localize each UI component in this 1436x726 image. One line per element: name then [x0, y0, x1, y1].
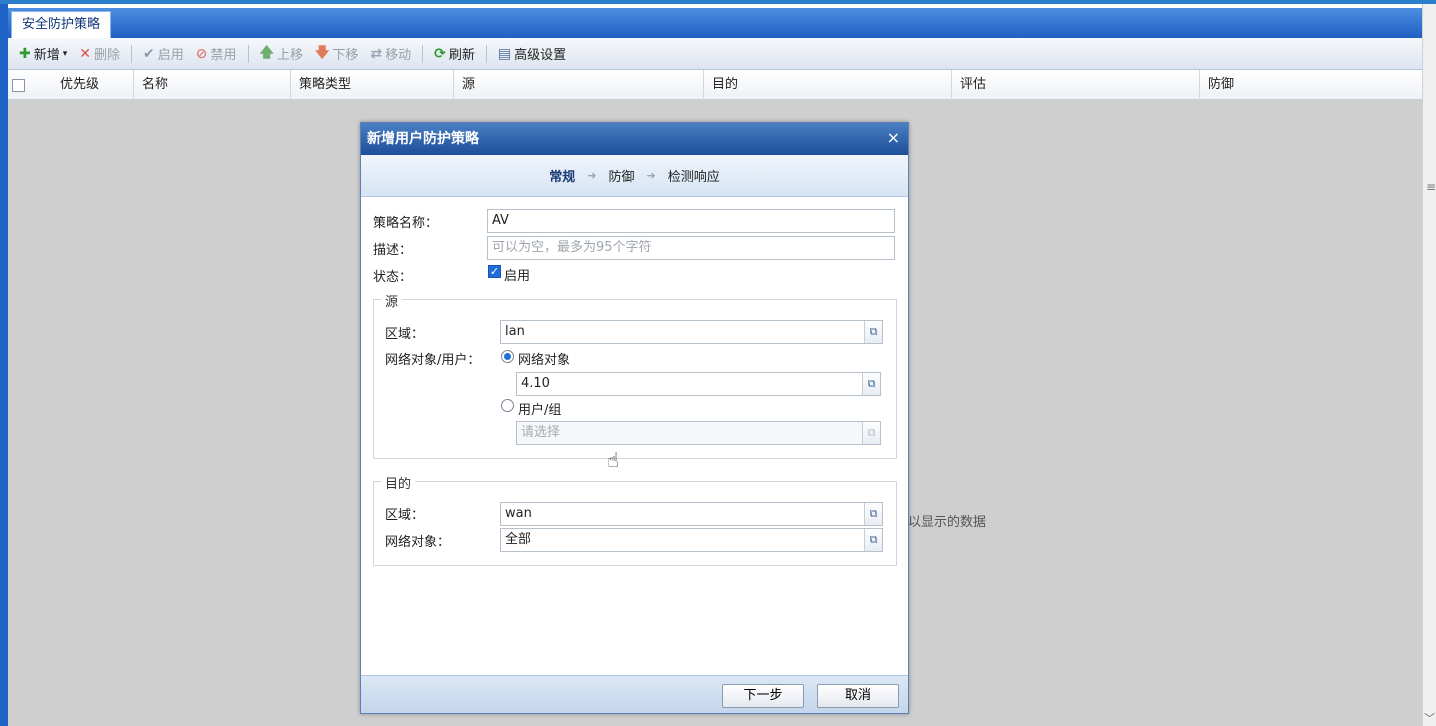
plus-icon: ✚ — [19, 45, 31, 62]
destination-zone-label: 区域： — [385, 508, 425, 523]
column-header-name[interactable]: 名称 — [134, 70, 291, 100]
enable-label: 启用 — [157, 48, 184, 63]
user-group-input[interactable]: 请选择 ⧉ — [516, 421, 881, 445]
next-button[interactable]: 下一步 — [722, 684, 804, 708]
refresh-icon: ⟳ — [434, 45, 446, 62]
policy-name-label: 策略名称： — [373, 216, 439, 231]
close-icon[interactable]: × — [887, 123, 900, 153]
add-label: 新增 — [33, 48, 60, 63]
disable-button[interactable]: ⊘ 禁用 — [191, 42, 242, 66]
select-all-checkbox[interactable] — [12, 79, 25, 92]
network-object-radio[interactable] — [501, 350, 514, 363]
status-label: 状态： — [373, 270, 413, 285]
left-edge-bar — [0, 4, 8, 726]
refresh-button[interactable]: ⟳ 刷新 — [429, 42, 480, 66]
network-object-input[interactable]: 4.10 ⧉ — [516, 372, 881, 396]
delete-label: 删除 — [94, 48, 121, 63]
network-object-value: 4.10 — [521, 376, 550, 391]
network-object-radio-label: 网络对象 — [518, 353, 571, 368]
tab-strip: 安全防护策略 — [8, 8, 1422, 38]
source-object-label: 网络对象/用户： — [385, 353, 481, 368]
step-general: 常规 — [549, 170, 576, 185]
ban-icon: ⊘ — [195, 45, 208, 62]
move-up-button[interactable]: 🡅 上移 — [255, 42, 308, 66]
new-policy-dialog: 新增用户防护策略 × 常规 ➜ 防御 ➜ 检测响应 策略名称： AV 描述： 可… — [360, 122, 909, 714]
disable-label: 禁用 — [210, 48, 237, 63]
description-input[interactable]: 可以为空，最多为95个字符 — [487, 236, 895, 260]
move-icon: ⇄ — [370, 45, 383, 62]
source-zone-value: lan — [505, 324, 525, 339]
move-down-button[interactable]: 🡇 下移 — [310, 42, 363, 66]
step-detect-response: 检测响应 — [667, 170, 720, 185]
select-picker-icon[interactable]: ⧉ — [862, 373, 880, 395]
destination-object-input[interactable]: 全部 ⧉ — [500, 528, 883, 552]
toolbar-separator — [131, 44, 133, 63]
destination-object-label: 网络对象： — [385, 535, 451, 550]
document-settings-icon: ▤ — [497, 45, 512, 62]
move-button[interactable]: ⇄ 移动 — [365, 42, 416, 66]
column-header-evaluation[interactable]: 评估 — [952, 70, 1200, 100]
move-up-label: 上移 — [276, 48, 303, 63]
select-picker-icon[interactable]: ⧉ — [864, 503, 882, 525]
toolbar-separator — [485, 44, 487, 63]
grid-header: 优先级 名称 策略类型 源 目的 评估 防御 — [8, 70, 1422, 100]
hand-pointer-icon: ☝ — [607, 448, 620, 472]
delete-x-icon: ✕ — [79, 45, 92, 62]
empty-grid-message: 以显示的数据 — [908, 515, 987, 530]
dialog-title: 新增用户防护策略 — [361, 123, 908, 155]
step-defense: 防御 — [608, 170, 635, 185]
page-scrollbar[interactable] — [1422, 4, 1436, 726]
advanced-label: 高级设置 — [514, 48, 567, 63]
scroll-down-icon[interactable]: ﹀ — [1424, 710, 1435, 726]
scroll-grip-icon[interactable]: ≡ — [1426, 180, 1436, 194]
destination-zone-value: wan — [505, 506, 532, 521]
column-header-destination[interactable]: 目的 — [704, 70, 952, 100]
destination-object-value: 全部 — [505, 532, 532, 547]
column-header-priority[interactable]: 优先级 — [30, 70, 134, 100]
enable-button[interactable]: ✔ 启用 — [138, 42, 189, 66]
refresh-label: 刷新 — [448, 48, 475, 63]
delete-button[interactable]: ✕ 删除 — [74, 42, 125, 66]
arrow-right-icon: ➜ — [646, 169, 656, 182]
user-group-placeholder: 请选择 — [521, 425, 561, 440]
arrow-down-icon: 🡇 — [314, 44, 330, 61]
check-icon: ✔ — [143, 45, 155, 62]
wizard-steps: 常规 ➜ 防御 ➜ 检测响应 — [361, 155, 908, 197]
advanced-settings-button[interactable]: ▤ 高级设置 — [493, 42, 571, 66]
status-enabled-text: 启用 — [504, 269, 531, 284]
arrow-up-icon: 🡅 — [259, 44, 274, 61]
toolbar-separator — [422, 44, 424, 63]
select-picker-icon[interactable]: ⧉ — [864, 321, 882, 343]
user-group-radio[interactable] — [501, 399, 514, 412]
status-enabled-checkbox[interactable]: ✓ — [488, 265, 501, 278]
source-zone-input[interactable]: lan ⧉ — [500, 320, 883, 344]
select-picker-icon[interactable]: ⧉ — [864, 529, 882, 551]
source-zone-label: 区域： — [385, 327, 425, 342]
arrow-right-icon: ➜ — [587, 169, 597, 182]
cancel-button[interactable]: 取消 — [817, 684, 899, 708]
description-label: 描述： — [373, 243, 413, 258]
move-label: 移动 — [385, 48, 412, 63]
toolbar-separator — [247, 44, 249, 63]
destination-legend: 目的 — [381, 473, 416, 492]
dialog-footer: 下一步 取消 — [361, 675, 908, 713]
toolbar: ✚ 新增 ▾ ✕ 删除 ✔ 启用 ⊘ 禁用 🡅 上移 🡇 下移 ⇄ 移动 ⟳ 刷… — [8, 38, 1422, 70]
column-header-defense[interactable]: 防御 — [1200, 70, 1422, 100]
tab-security-policy[interactable]: 安全防护策略 — [11, 11, 112, 38]
user-group-radio-label: 用户/组 — [518, 403, 562, 418]
dropdown-arrow-icon: ▾ — [62, 48, 68, 59]
add-button[interactable]: ✚ 新增 ▾ — [14, 42, 72, 66]
move-down-label: 下移 — [332, 48, 359, 63]
policy-name-input[interactable]: AV — [487, 209, 895, 233]
destination-zone-input[interactable]: wan ⧉ — [500, 502, 883, 526]
top-accent-bar — [0, 0, 1436, 4]
column-header-source[interactable]: 源 — [454, 70, 704, 100]
source-legend: 源 — [381, 291, 403, 310]
select-picker-icon[interactable]: ⧉ — [862, 422, 880, 444]
column-header-policy-type[interactable]: 策略类型 — [291, 70, 454, 100]
